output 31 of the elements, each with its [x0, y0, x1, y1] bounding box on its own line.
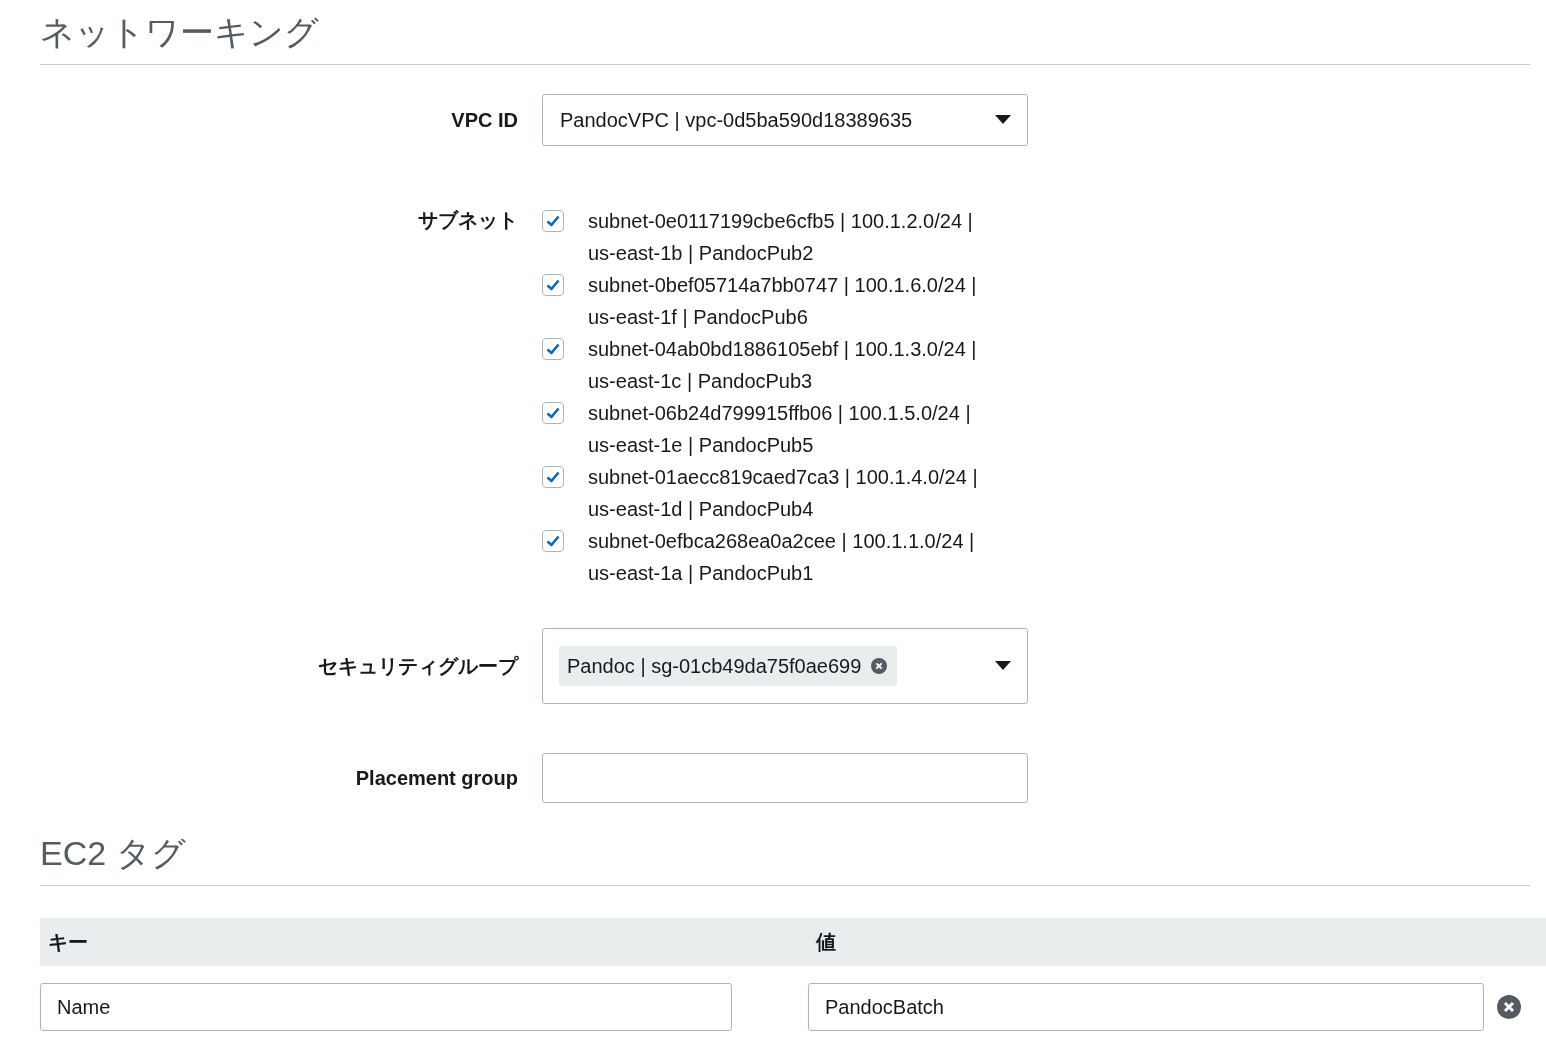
checkmark-icon: [546, 215, 560, 228]
field-label: Placement group: [355, 766, 518, 790]
subnet-label: subnet-0efbca268ea0a2cee | 100.1.1.0/24 | us-east-1a | PandocPub1: [588, 529, 976, 587]
checkbox[interactable]: [542, 210, 564, 233]
input-field[interactable]: [542, 753, 1028, 804]
section-title: ネットワーキング: [40, 10, 1530, 66]
input-field[interactable]: Name: [40, 983, 732, 1032]
field-label: VPC ID: [451, 108, 518, 132]
remove-icon[interactable]: [871, 658, 888, 675]
checkmark-icon: [546, 535, 560, 548]
remove-icon[interactable]: [1497, 995, 1521, 1020]
field-label: サブネット: [418, 208, 518, 234]
checkmark-icon: [546, 407, 560, 420]
field-label: セキュリティグループ: [318, 653, 518, 679]
section-title: EC2 タグ: [40, 831, 1530, 887]
checkbox[interactable]: [542, 466, 564, 489]
vpc-select[interactable]: PandocVPC | vpc-0d5ba590d18389635: [542, 94, 1028, 147]
selected-token: Pandoc | sg-01cb49da75f0ae699: [559, 646, 898, 687]
checkbox[interactable]: [542, 274, 564, 297]
checkmark-icon: [546, 471, 560, 484]
checkmark-icon: [546, 343, 560, 356]
checkmark-icon: [546, 279, 560, 292]
caret-icon: [995, 115, 1011, 126]
column-header: 値: [815, 929, 836, 955]
security-group-select[interactable]: Pandoc | sg-01cb49da75f0ae699: [542, 628, 1028, 705]
checkbox[interactable]: [542, 338, 564, 361]
checkbox[interactable]: [542, 530, 564, 553]
column-header: キー: [47, 929, 88, 955]
input-field[interactable]: PandocBatch: [808, 983, 1484, 1032]
checkbox[interactable]: [542, 402, 564, 425]
caret-icon: [995, 661, 1011, 672]
